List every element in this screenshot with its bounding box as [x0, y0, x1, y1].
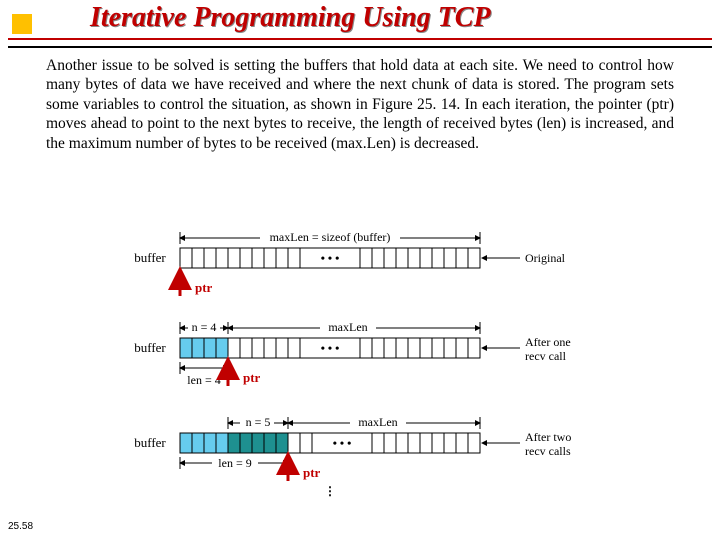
state1-label: Original — [525, 251, 566, 265]
buffer-cells-1: • • • — [180, 248, 480, 268]
body-paragraph: Another issue to be solved is setting th… — [46, 56, 674, 153]
maxlen-label: maxLen = sizeof (buffer) — [270, 230, 391, 244]
slide-title: Iterative Programming Using TCP — [90, 2, 491, 34]
title-accent-line — [8, 38, 712, 40]
buffer-diagram: maxLen = sizeof (buffer) buffer • • • Or… — [120, 228, 600, 528]
state3-label-2: recv calls — [525, 444, 571, 458]
title-accent-square — [12, 14, 32, 34]
n-label-2: n = 4 — [192, 320, 217, 334]
ptr-label-2: ptr — [243, 370, 261, 385]
buffer-label-3: buffer — [134, 435, 166, 450]
len-label-2: len = 4 — [187, 373, 220, 387]
n-label-3: n = 5 — [246, 415, 271, 429]
state2-label-1: After one — [525, 335, 571, 349]
diagram-state-original: maxLen = sizeof (buffer) buffer • • • Or… — [134, 230, 565, 296]
ptr-label-1: ptr — [195, 280, 213, 295]
diagram-state-after-one: n = 4 maxLen buffer • • • After one recv… — [134, 320, 570, 387]
vertical-ellipsis-icon: ⋮ — [324, 484, 336, 498]
page-number: 25.58 — [8, 521, 33, 532]
ellipsis-icon: • • • — [333, 436, 352, 450]
buffer-label-1: buffer — [134, 250, 166, 265]
ellipsis-icon: • • • — [321, 251, 340, 265]
buffer-label-2: buffer — [134, 340, 166, 355]
title-bar: Iterative Programming Using TCP — [8, 0, 712, 48]
ellipsis-icon: • • • — [321, 341, 340, 355]
ptr-label-3: ptr — [303, 465, 321, 480]
maxlen-label-2: maxLen — [328, 320, 367, 334]
len-label-3: len = 9 — [218, 456, 251, 470]
maxlen-label-3: maxLen — [358, 415, 397, 429]
state2-label-2: recv call — [525, 349, 567, 363]
state3-label-1: After two — [525, 430, 571, 444]
diagram-state-after-two: n = 5 maxLen buffer • • • After two recv… — [134, 415, 571, 498]
